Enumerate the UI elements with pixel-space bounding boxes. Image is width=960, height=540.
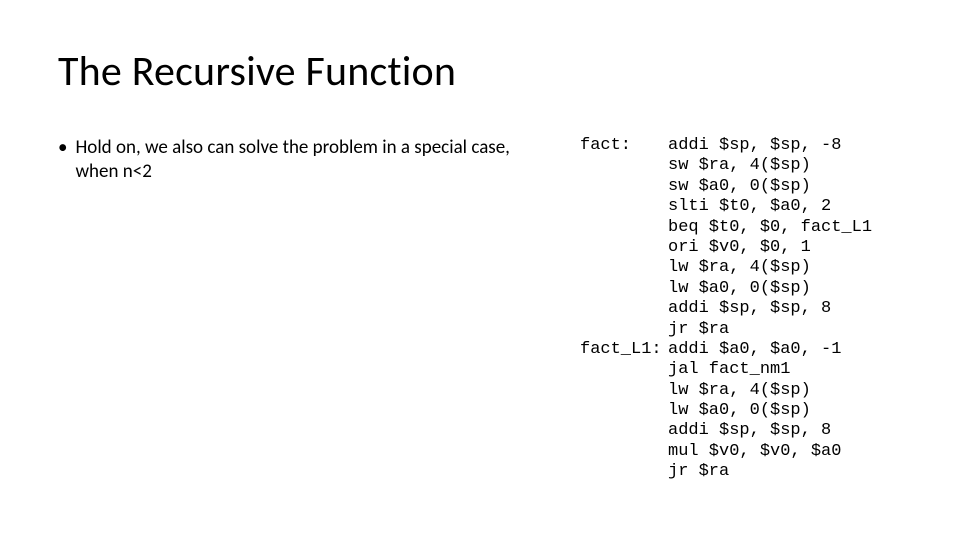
code-instruction: slti $t0, $a0, 2 <box>668 197 831 217</box>
code-line: slti $t0, $a0, 2 <box>580 197 872 217</box>
code-line: jr $ra <box>580 462 872 482</box>
code-line: addi $sp, $sp, 8 <box>580 299 872 319</box>
code-instruction: lw $ra, 4($sp) <box>668 258 811 278</box>
code-line: lw $a0, 0($sp) <box>580 279 872 299</box>
code-line: jr $ra <box>580 320 872 340</box>
code-line: fact_L1:addi $a0, $a0, -1 <box>580 340 872 360</box>
code-line: lw $ra, 4($sp) <box>580 381 872 401</box>
code-instruction: addi $sp, $sp, 8 <box>668 299 831 319</box>
slide: The Recursive Function • Hold on, we als… <box>0 0 960 540</box>
code-instruction: addi $sp, $sp, 8 <box>668 421 831 441</box>
code-label <box>580 258 668 278</box>
code-instruction: addi $sp, $sp, -8 <box>668 136 841 156</box>
bullet-marker: • <box>58 136 67 160</box>
code-line: beq $t0, $0, fact_L1 <box>580 218 872 238</box>
bullet-block: • Hold on, we also can solve the problem… <box>58 136 528 184</box>
code-line: sw $ra, 4($sp) <box>580 156 872 176</box>
code-line: fact:addi $sp, $sp, -8 <box>580 136 872 156</box>
code-instruction: lw $a0, 0($sp) <box>668 279 811 299</box>
code-label <box>580 320 668 340</box>
code-instruction: sw $a0, 0($sp) <box>668 177 811 197</box>
code-label: fact_L1: <box>580 340 668 360</box>
code-instruction: beq $t0, $0, fact_L1 <box>668 218 872 238</box>
code-label: fact: <box>580 136 668 156</box>
code-label <box>580 421 668 441</box>
code-label <box>580 279 668 299</box>
code-instruction: ori $v0, $0, 1 <box>668 238 811 258</box>
code-line: lw $ra, 4($sp) <box>580 258 872 278</box>
code-label <box>580 442 668 462</box>
code-label <box>580 462 668 482</box>
code-label <box>580 401 668 421</box>
code-instruction: jal fact_nm1 <box>668 360 790 380</box>
code-line: ori $v0, $0, 1 <box>580 238 872 258</box>
code-instruction: jr $ra <box>668 320 729 340</box>
code-label <box>580 238 668 258</box>
code-instruction: addi $a0, $a0, -1 <box>668 340 841 360</box>
code-label <box>580 360 668 380</box>
code-line: mul $v0, $v0, $a0 <box>580 442 872 462</box>
code-instruction: sw $ra, 4($sp) <box>668 156 811 176</box>
bullet-text: Hold on, we also can solve the problem i… <box>75 136 528 184</box>
code-line: lw $a0, 0($sp) <box>580 401 872 421</box>
code-instruction: lw $a0, 0($sp) <box>668 401 811 421</box>
code-label <box>580 218 668 238</box>
code-label <box>580 156 668 176</box>
code-instruction: lw $ra, 4($sp) <box>668 381 811 401</box>
code-instruction: mul $v0, $v0, $a0 <box>668 442 841 462</box>
code-label <box>580 381 668 401</box>
code-label <box>580 177 668 197</box>
code-line: sw $a0, 0($sp) <box>580 177 872 197</box>
code-instruction: jr $ra <box>668 462 729 482</box>
code-block: fact:addi $sp, $sp, -8sw $ra, 4($sp)sw $… <box>580 136 872 483</box>
code-label <box>580 197 668 217</box>
code-line: jal fact_nm1 <box>580 360 872 380</box>
code-label <box>580 299 668 319</box>
bullet-item: • Hold on, we also can solve the problem… <box>58 136 528 184</box>
slide-title: The Recursive Function <box>58 46 456 97</box>
code-line: addi $sp, $sp, 8 <box>580 421 872 441</box>
